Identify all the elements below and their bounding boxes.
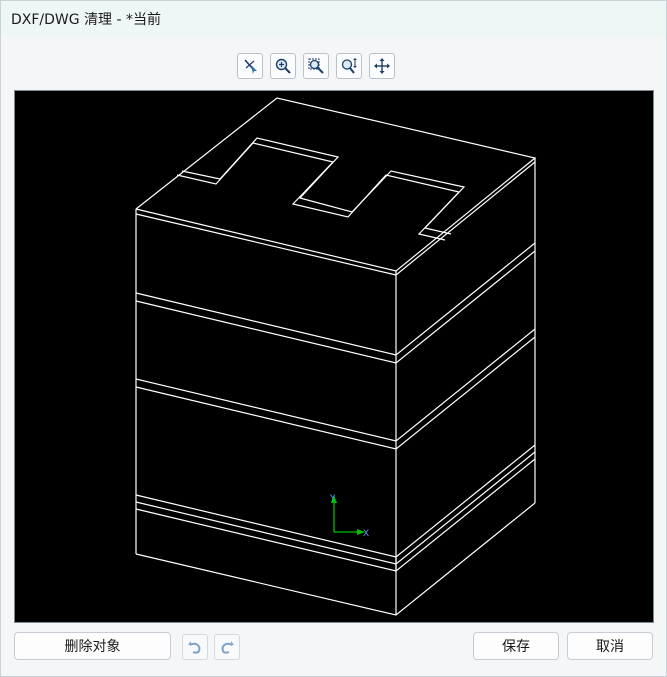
redo-button[interactable] (214, 634, 240, 660)
box-wireframe (135, 97, 537, 616)
ucs-x-label: X (363, 529, 369, 539)
ucs-y-label: Y (329, 494, 336, 504)
redo-icon (221, 641, 234, 654)
cad-drawing: Y X (135, 97, 537, 616)
delete-objects-button[interactable]: 删除对象 (14, 632, 171, 660)
ucs-icon: Y X (329, 494, 369, 539)
dialog-window: DXF/DWG 清理 - *当前 Y X 删除对象 保存 取消 (0, 0, 667, 677)
window-title: DXF/DWG 清理 - *当前 (11, 12, 162, 28)
pan-icon (374, 58, 390, 74)
view-toolbar (237, 53, 395, 83)
drawing-viewport[interactable]: Y X (14, 90, 654, 623)
save-button[interactable]: 保存 (473, 632, 559, 660)
select-pick-icon (244, 59, 257, 74)
zoom-window-button[interactable] (303, 53, 329, 79)
zoom-in-button[interactable] (270, 53, 296, 79)
cancel-button[interactable]: 取消 (567, 632, 653, 660)
zoom-realtime-button[interactable] (336, 53, 362, 79)
zoom-realtime-icon (341, 58, 357, 74)
undo-icon (188, 641, 201, 654)
select-pick-button[interactable] (237, 53, 263, 79)
pan-button[interactable] (369, 53, 395, 79)
zoom-window-icon (308, 58, 324, 74)
dialog-body: Y X 删除对象 保存 取消 (1, 37, 666, 676)
title-bar[interactable]: DXF/DWG 清理 - *当前 (1, 1, 666, 37)
undo-button[interactable] (182, 634, 208, 660)
zoom-in-icon (275, 58, 291, 74)
